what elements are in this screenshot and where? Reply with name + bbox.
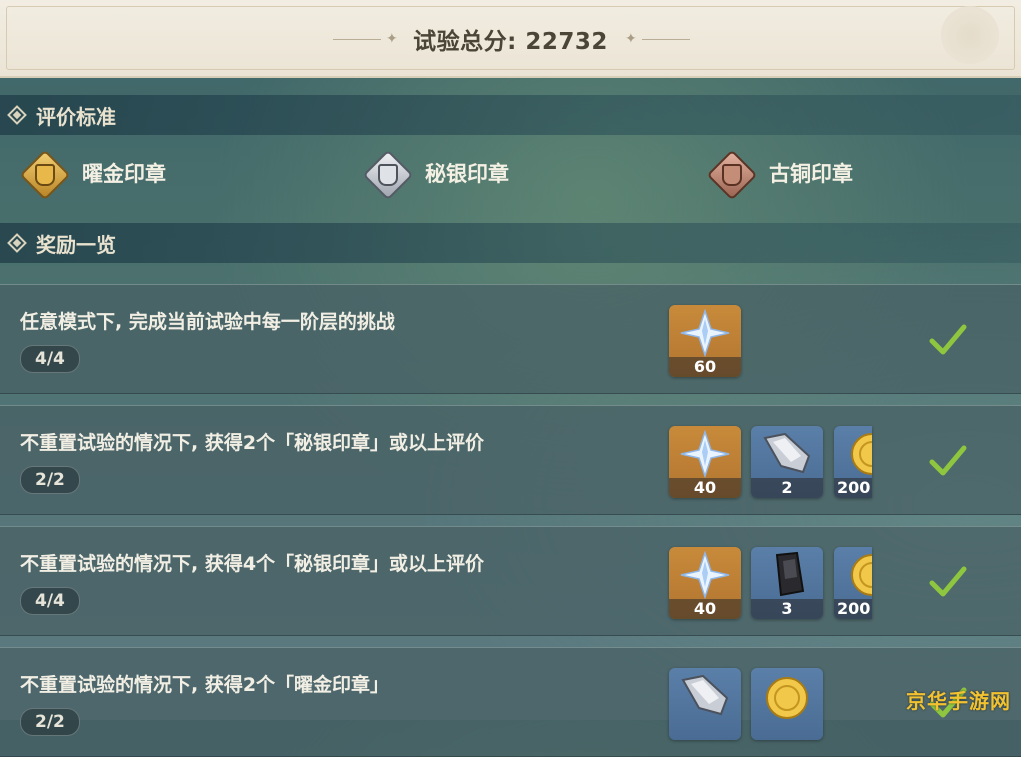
- reward-count: 3: [751, 599, 823, 619]
- reward-item[interactable]: 200: [834, 547, 872, 619]
- progress-badge: 4/4: [20, 345, 80, 373]
- reward-condition: 不重置试验的情况下, 获得4个「秘银印章」或以上评价: [20, 553, 485, 575]
- progress-badge: 2/2: [20, 708, 80, 736]
- grade-label: 秘银印章: [425, 162, 509, 186]
- reward-item[interactable]: [669, 668, 741, 740]
- checkmark-icon: [929, 566, 967, 597]
- grade-label: 古铜印章: [769, 162, 853, 186]
- reward-condition: 不重置试验的情况下, 获得2个「秘银印章」或以上评价: [20, 432, 485, 454]
- watermark: 京华手游网: [906, 689, 1011, 713]
- reward-row[interactable]: 任意模式下, 完成当前试验中每一阶层的挑战 4/4 60: [0, 284, 1021, 394]
- reward-count: 200: [834, 599, 872, 619]
- mora-coin-icon: [851, 433, 872, 475]
- weapon-ore-icon: [681, 674, 729, 716]
- weapon-ore-icon: [763, 432, 811, 474]
- reward-item[interactable]: 40: [669, 426, 741, 498]
- checkmark-icon: [929, 445, 967, 476]
- rewards-section-title: 奖励一览: [36, 232, 116, 257]
- grade-bronze: 古铜印章: [706, 138, 853, 208]
- grade-silver: 秘银印章: [362, 138, 509, 208]
- sparkle-icon: ✦: [625, 31, 637, 47]
- diamond-icon: [7, 105, 27, 125]
- reward-count: 200: [834, 478, 872, 498]
- checkmark-icon: [929, 324, 967, 355]
- reward-item[interactable]: [751, 668, 823, 740]
- reward-count: 2: [751, 478, 823, 498]
- total-score-title: 试验总分: 22732: [413, 29, 608, 55]
- reward-count: 40: [669, 478, 741, 498]
- criteria-section-title: 评价标准: [36, 104, 116, 129]
- reward-item[interactable]: 3: [751, 547, 823, 619]
- reward-row[interactable]: 不重置试验的情况下, 获得2个「曜金印章」 2/2: [0, 647, 1021, 757]
- reward-row[interactable]: 不重置试验的情况下, 获得4个「秘银印章」或以上评价 4/4 40 3 200: [0, 526, 1021, 636]
- grade-label: 曜金印章: [82, 162, 166, 186]
- reward-count: 60: [669, 357, 741, 377]
- diamond-icon: [7, 233, 27, 253]
- mora-coin-icon: [766, 677, 808, 719]
- mora-coin-icon: [851, 554, 872, 596]
- reward-count: 40: [669, 599, 741, 619]
- silver-seal-icon: [362, 149, 414, 201]
- reward-item[interactable]: 60: [669, 305, 741, 377]
- score-header: ✦ 试验总分: 22732 ✦: [0, 0, 1021, 78]
- progress-badge: 4/4: [20, 587, 80, 615]
- primogem-icon: [680, 308, 730, 358]
- grade-gold: 曜金印章: [19, 138, 166, 208]
- dark-ore-icon: [775, 551, 805, 597]
- header-divider-right: [642, 39, 690, 40]
- reward-item[interactable]: 2: [751, 426, 823, 498]
- reward-item[interactable]: 200: [834, 426, 872, 498]
- criteria-section-header: 评价标准: [0, 95, 1021, 135]
- rewards-section-header: 奖励一览: [0, 223, 1021, 263]
- gold-seal-icon: [19, 149, 71, 201]
- reward-item[interactable]: 40: [669, 547, 741, 619]
- reward-condition: 任意模式下, 完成当前试验中每一阶层的挑战: [20, 311, 395, 333]
- grade-list: 曜金印章 秘银印章 古铜印章: [0, 138, 1021, 208]
- emblem-icon: [941, 6, 999, 64]
- bronze-seal-icon: [706, 149, 758, 201]
- primogem-icon: [680, 550, 730, 600]
- primogem-icon: [680, 429, 730, 479]
- progress-badge: 2/2: [20, 466, 80, 494]
- reward-condition: 不重置试验的情况下, 获得2个「曜金印章」: [20, 674, 390, 696]
- reward-row[interactable]: 不重置试验的情况下, 获得2个「秘银印章」或以上评价 2/2 40 2 200: [0, 405, 1021, 515]
